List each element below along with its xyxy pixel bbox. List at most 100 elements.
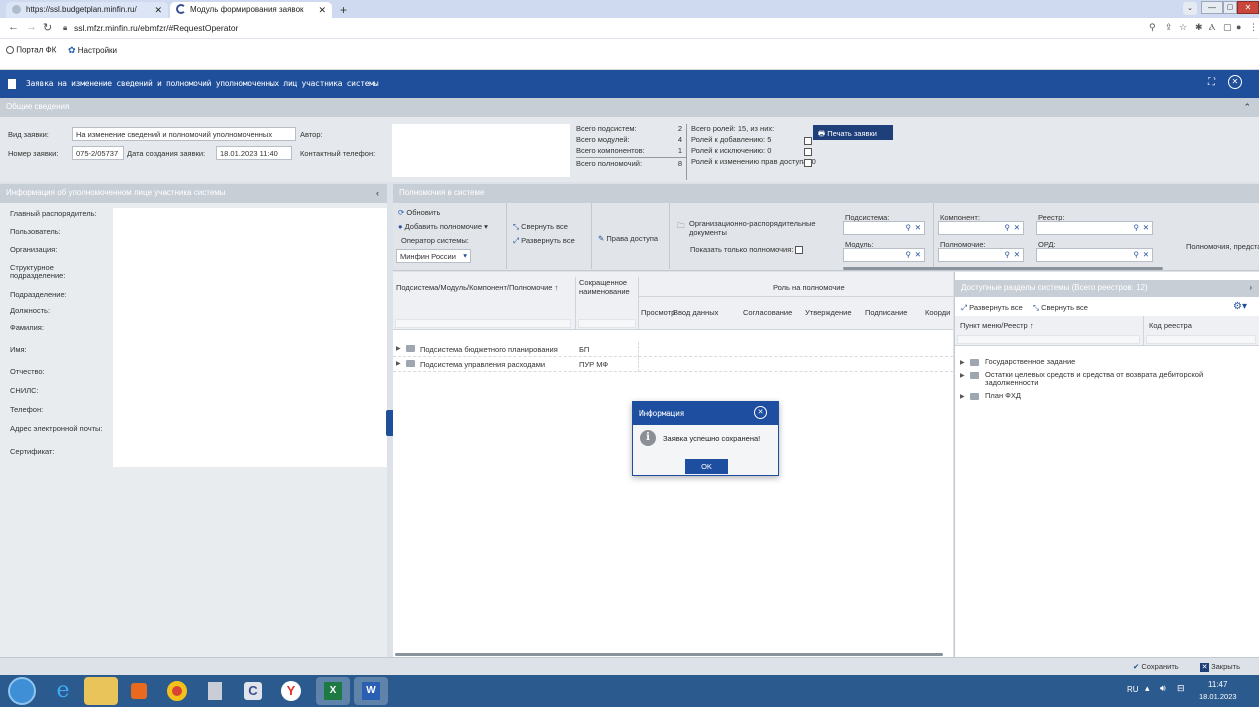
role-column-header[interactable]: Согласование (743, 308, 792, 317)
language-indicator[interactable]: RU (1127, 685, 1139, 694)
filter-cell[interactable] (1146, 335, 1256, 344)
operator-select[interactable]: Минфин России ▾ (396, 249, 471, 263)
created-date-field[interactable]: 18.01.2023 11:40 (216, 146, 292, 160)
profile-icon[interactable]: ● (1236, 22, 1241, 32)
role-checkbox[interactable] (804, 159, 812, 167)
expand-arrow-icon[interactable]: ▶ (396, 345, 401, 352)
expand-all-button[interactable]: ⤢ Развернуть все (513, 236, 575, 246)
col-menu-header[interactable]: Пункт меню/Реестр ↑ (960, 321, 1034, 330)
start-button[interactable] (8, 677, 36, 705)
bookmark-portal[interactable]: Портал ФК (6, 45, 56, 57)
grid-scrollbar[interactable] (395, 653, 943, 656)
word-icon[interactable]: W (354, 677, 388, 705)
chrome-icon[interactable] (160, 677, 194, 705)
refresh-button[interactable]: ⟳ Обновить (398, 208, 440, 217)
org-docs-button[interactable]: 🗀︎ Организационно-распорядительные докуме… (677, 219, 837, 237)
role-column-header[interactable]: Коорди (925, 308, 950, 317)
tab-close-icon[interactable]: ✕ (154, 5, 162, 16)
forward-icon[interactable]: → (26, 21, 37, 33)
role-checkbox[interactable] (804, 137, 812, 145)
share-icon[interactable]: ⇪ (1165, 22, 1173, 33)
access-rights-button[interactable]: ✎ Права доступа (598, 234, 658, 243)
fullscreen-icon[interactable]: ⛶ (1208, 77, 1215, 88)
col-main-header[interactable]: Подсистема/Модуль/Компонент/Полномочие ↑ (396, 283, 558, 292)
table-row[interactable]: ▶ Подсистема бюджетного планирования БП (393, 342, 953, 357)
dialog-ok-button[interactable]: OK (685, 459, 728, 474)
zoom-icon[interactable]: ⚲ (1149, 22, 1156, 33)
filter-cell[interactable] (578, 319, 636, 328)
expand-arrow-icon[interactable]: ▶ (396, 360, 401, 367)
maximize-icon[interactable]: ▢ (1223, 1, 1237, 14)
role-column-header[interactable]: Просмотр (641, 308, 675, 317)
expand-arrow-icon[interactable]: ▶ (960, 372, 965, 380)
close-button[interactable]: ✕ Закрыть (1200, 662, 1240, 672)
tab-budgetplan[interactable]: https://ssl.budgetplan.minfin.ru/ ✕ (6, 2, 168, 18)
sections-collapse-all-button[interactable]: ⤡ Свернуть все (1033, 303, 1088, 313)
volume-icon[interactable]: 🔊︎ (1160, 683, 1166, 694)
chevron-up-icon[interactable]: ⌃ (1243, 98, 1251, 116)
extension-icon[interactable]: Ⲁ (1209, 22, 1215, 33)
tab-search-chevron-icon[interactable]: ⌄ (1183, 2, 1197, 15)
table-row[interactable]: ▶ Подсистема управления расходами ПУР МФ (393, 357, 953, 372)
tab-mfzr[interactable]: Модуль формирования заявок ✕ (170, 2, 332, 18)
tray-arrow-icon[interactable]: ▴ (1145, 683, 1150, 694)
app-c-icon[interactable]: C (236, 677, 270, 705)
authority-filter[interactable]: ⚲ ✕ (938, 248, 1024, 262)
component-filter[interactable]: ⚲ ✕ (938, 221, 1024, 235)
explorer-icon[interactable] (84, 677, 118, 705)
ie-icon[interactable]: e (46, 677, 80, 705)
sidepanel-icon[interactable]: ▢ (1223, 22, 1232, 33)
filter-cell[interactable] (395, 319, 571, 328)
excel-icon[interactable]: X (316, 677, 350, 705)
role-column-header[interactable]: Ввод данных (673, 308, 718, 317)
star-icon[interactable]: ☆ (1179, 22, 1187, 33)
extensions-icon[interactable]: ✱ (1195, 22, 1203, 33)
subsystem-filter[interactable]: ⚲ ✕ (843, 221, 925, 235)
col-short-header[interactable]: Сокращенное наименование (579, 278, 639, 296)
calculator-icon[interactable] (198, 677, 232, 705)
module-filter[interactable]: ⚲ ✕ (843, 248, 925, 262)
add-permission-button[interactable]: ● Добавить полномочие ▾ (398, 222, 488, 231)
reload-icon[interactable]: ↻ (43, 21, 52, 34)
back-icon[interactable]: ← (8, 21, 19, 33)
section-list-item[interactable]: ▶ План ФХД (955, 390, 1259, 403)
general-info-header[interactable]: Общие сведения ⌃ (0, 98, 1259, 117)
col-code-header[interactable]: Код реестра (1149, 321, 1192, 330)
minimize-icon[interactable]: — (1201, 1, 1223, 14)
clock-time[interactable]: 11:47 (1208, 680, 1227, 689)
network-icon[interactable]: ⊟ (1177, 683, 1185, 694)
dialog-close-icon[interactable]: ✕ (754, 406, 767, 419)
chevron-right-icon[interactable]: › (1249, 280, 1252, 296)
expand-arrow-icon[interactable]: ▶ (960, 359, 965, 367)
print-request-button[interactable]: 🖶︎ Печать заявки (813, 125, 893, 140)
bookmark-settings[interactable]: ✿ Настройки (68, 45, 117, 57)
close-icon[interactable]: ✕ (1228, 75, 1242, 89)
role-column-header[interactable]: Утверждение (805, 308, 852, 317)
clock-date[interactable]: 18.01.2023 (1199, 692, 1237, 701)
expand-arrow-icon[interactable]: ▶ (960, 393, 965, 401)
filter-cell[interactable] (957, 335, 1140, 344)
ord-filter[interactable]: ⚲ ✕ (1036, 248, 1153, 262)
person-field-label: Главный распорядитель: (10, 209, 97, 218)
request-number-field[interactable]: 075-2/05737 (72, 146, 124, 160)
role-checkbox[interactable] (804, 148, 812, 156)
registry-filter[interactable]: ⚲ ✕ (1036, 221, 1153, 235)
toolbar-scrollbar[interactable] (843, 267, 1163, 270)
yandex-browser-icon[interactable]: Y (274, 677, 308, 705)
new-tab-plus-icon[interactable]: + (340, 3, 347, 17)
url-field[interactable]: ssl.mfzr.minfin.ru/ebmfzr/#RequestOperat… (74, 23, 238, 33)
role-column-header[interactable]: Подписание (865, 308, 907, 317)
menu-icon[interactable]: ⋮ (1249, 22, 1258, 33)
section-list-item[interactable]: ▶ Государственное задание (955, 356, 1259, 369)
sections-expand-all-button[interactable]: ⤢ Развернуть все (961, 303, 1023, 313)
media-player-icon[interactable] (122, 677, 156, 705)
close-window-icon[interactable]: ✕ (1237, 1, 1259, 14)
collapse-all-button[interactable]: ⤡ Свернуть все (513, 222, 568, 232)
collapse-left-icon[interactable]: ‹ (376, 184, 379, 202)
request-type-field[interactable]: На изменение сведений и полномочий уполн… (72, 127, 296, 141)
save-button[interactable]: ✔ Сохранить (1133, 662, 1179, 671)
tab-close-icon[interactable]: ✕ (318, 5, 326, 16)
section-list-item[interactable]: ▶ Остатки целевых средств и средства от в… (955, 369, 1259, 390)
settings-gear-icon[interactable]: ⚙▾ (1233, 301, 1247, 312)
only-permissions-toggle[interactable]: Показать только полномочия: (690, 245, 804, 255)
